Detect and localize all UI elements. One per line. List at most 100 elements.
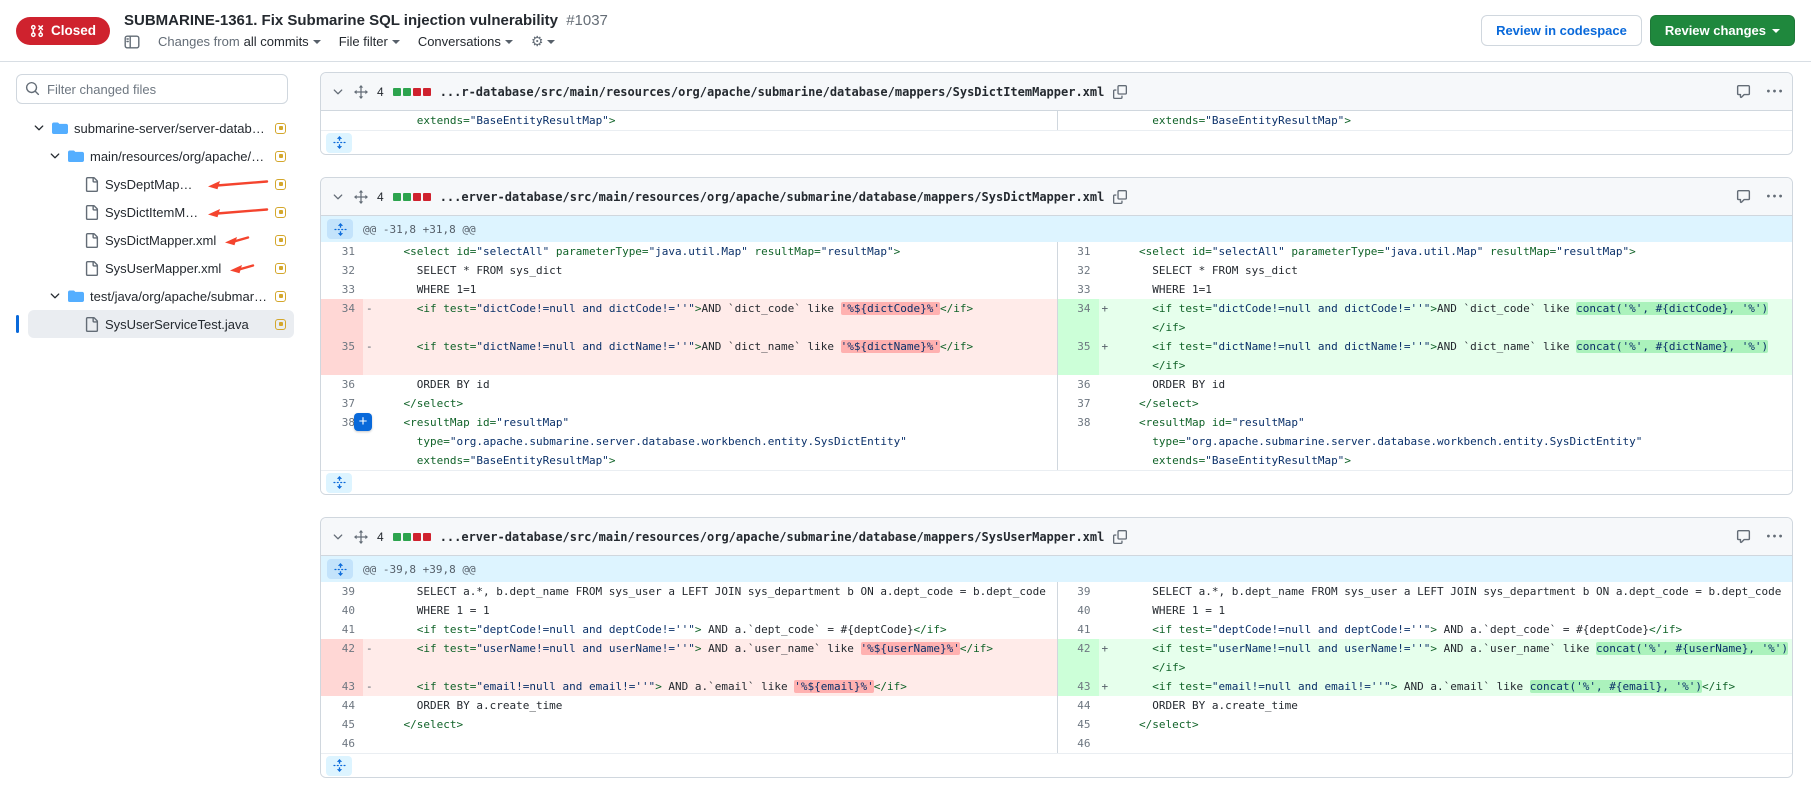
file-icon <box>84 205 99 220</box>
line-number-old[interactable]: 43 <box>321 677 363 696</box>
tree-file-sysdictmapper-xml[interactable]: SysDictMapper.xml <box>28 226 294 254</box>
line-number-new[interactable] <box>1057 111 1099 130</box>
line-number-new[interactable]: 32 <box>1057 261 1099 280</box>
diffstat-square-add <box>393 193 401 201</box>
collapse-file-icon[interactable] <box>331 530 345 544</box>
sidebar-toggle-icon[interactable] <box>124 34 140 50</box>
annotation-arrow-icon <box>207 178 269 191</box>
code-line <box>377 356 1057 375</box>
tree-folder-main-resources-org-apache-subm[interactable]: main/resources/org/apache/subm... <box>28 142 294 170</box>
expand-diff-button[interactable] <box>326 756 352 776</box>
kebab-menu-icon[interactable] <box>1767 189 1782 204</box>
code-segment: extends= <box>1152 114 1205 127</box>
code-segment: "BaseEntityResultMap" <box>470 114 609 127</box>
copy-path-icon[interactable] <box>1113 85 1127 99</box>
file-filter-dropdown[interactable]: File filter <box>339 34 400 49</box>
line-number-old[interactable]: 46 <box>321 734 363 753</box>
comment-icon[interactable] <box>1736 189 1751 204</box>
line-number-old[interactable]: 35 <box>321 337 363 375</box>
line-number-old[interactable]: 37 <box>321 394 363 413</box>
line-number-old[interactable]: 38+ <box>321 413 363 470</box>
line-number-old[interactable]: 32 <box>321 261 363 280</box>
conversations-dropdown[interactable]: Conversations <box>418 34 513 49</box>
collapse-file-icon[interactable] <box>331 85 345 99</box>
line-number-new[interactable]: 42 <box>1057 639 1099 677</box>
file-path: ...r-database/src/main/resources/org/apa… <box>440 85 1105 99</box>
line-number-new[interactable]: 40 <box>1057 601 1099 620</box>
line-number-old[interactable]: 36 <box>321 375 363 394</box>
review-changes-button[interactable]: Review changes <box>1650 15 1795 46</box>
copy-path-icon[interactable] <box>1113 530 1127 544</box>
code-segment: </if> <box>874 680 907 693</box>
line-number-old[interactable]: 33 <box>321 280 363 299</box>
tree-folder-test-java-org-apache-submarine-s[interactable]: test/java/org/apache/submarine/s... <box>28 282 294 310</box>
copy-path-icon[interactable] <box>1113 190 1127 204</box>
tree-file-sysdictitemmapper-xml[interactable]: SysDictItemMapper.xml <box>28 198 294 226</box>
comment-icon[interactable] <box>1736 529 1751 544</box>
tree-folder-submarine-server-server-database[interactable]: submarine-server/server-database/... <box>28 114 294 142</box>
add-comment-button[interactable]: + <box>354 413 372 431</box>
line-number-new[interactable]: 33 <box>1057 280 1099 299</box>
file-filter-input[interactable] <box>16 74 288 104</box>
changes-from-dropdown[interactable]: Changes from all commits <box>158 34 321 49</box>
line-number-new[interactable]: 38 <box>1057 413 1099 470</box>
move-icon <box>354 530 368 544</box>
pr-status-label: Closed <box>51 24 96 38</box>
chevron-down-icon[interactable] <box>32 121 46 135</box>
line-number-old[interactable]: 42 <box>321 639 363 677</box>
file-icon <box>84 317 99 332</box>
expand-hunk-button[interactable] <box>327 559 353 579</box>
expand-diff-button[interactable] <box>326 133 352 153</box>
expand-diff-button[interactable] <box>326 473 352 493</box>
line-number-new[interactable]: 34 <box>1057 299 1099 337</box>
line-number-new[interactable]: 44 <box>1057 696 1099 715</box>
tree-file-sysusermapper-xml[interactable]: SysUserMapper.xml <box>28 254 294 282</box>
code-cell-new: + <if test="userName!=null and userName!… <box>1099 639 1793 677</box>
diff-settings-dropdown[interactable]: ⚙ <box>531 35 556 49</box>
expand-hunk-button[interactable] <box>327 219 353 239</box>
collapse-file-icon[interactable] <box>331 190 345 204</box>
code-segment: "deptCode!=null and deptCode!=''" <box>1212 623 1431 636</box>
code-segment: extends= <box>417 114 470 127</box>
hunk-header: @@ -39,8 +39,8 @@ <box>321 556 1792 582</box>
line-number-old[interactable]: 39 <box>321 582 363 601</box>
file-icon <box>84 177 99 192</box>
line-number-new[interactable]: 37 <box>1057 394 1099 413</box>
line-number-new[interactable]: 46 <box>1057 734 1099 753</box>
line-number-new[interactable]: 43 <box>1057 677 1099 696</box>
code-segment: extends= <box>1152 454 1205 467</box>
line-number-old[interactable]: 34 <box>321 299 363 337</box>
review-in-codespace-button[interactable]: Review in codespace <box>1481 15 1642 46</box>
code-cell-old: <if test="deptCode!=null and deptCode!='… <box>363 620 1057 639</box>
chevron-down-icon[interactable] <box>48 289 62 303</box>
code-line <box>1113 734 1793 753</box>
line-number-new[interactable]: 45 <box>1057 715 1099 734</box>
line-number-old[interactable]: 40 <box>321 601 363 620</box>
tree-file-sysuserservicetest-java[interactable]: SysUserServiceTest.java <box>28 310 294 338</box>
line-number-new[interactable]: 39 <box>1057 582 1099 601</box>
line-number-old[interactable]: 45 <box>321 715 363 734</box>
tree-item-label: SysDictMapper.xml <box>105 233 216 248</box>
code-segment: "java.util.Map" <box>1384 245 1483 258</box>
line-number-new[interactable]: 41 <box>1057 620 1099 639</box>
kebab-menu-icon[interactable] <box>1767 84 1782 99</box>
modified-status-icon <box>275 207 286 218</box>
line-number-old[interactable] <box>321 111 363 130</box>
line-number-old[interactable]: 44 <box>321 696 363 715</box>
tree-file-sysdeptmapper-xml[interactable]: SysDeptMapper.xml <box>28 170 294 198</box>
chevron-down-icon[interactable] <box>48 149 62 163</box>
code-segment: SELECT * FROM sys_dict <box>1113 264 1298 277</box>
line-number-new[interactable]: 36 <box>1057 375 1099 394</box>
comment-icon[interactable] <box>1736 84 1751 99</box>
modified-status-icon <box>275 291 286 302</box>
line-number-old[interactable]: 41 <box>321 620 363 639</box>
diffstat-square-add <box>403 88 411 96</box>
kebab-menu-icon[interactable] <box>1767 529 1782 544</box>
code-segment: <if <box>1152 302 1179 315</box>
line-number-old[interactable]: 31 <box>321 242 363 261</box>
code-segment <box>1113 416 1140 429</box>
line-number-new[interactable]: 31 <box>1057 242 1099 261</box>
line-number-new[interactable]: 35 <box>1057 337 1099 375</box>
code-segment: > <box>655 680 662 693</box>
tree-item-label: SysDictItemMapper.xml <box>105 205 199 220</box>
